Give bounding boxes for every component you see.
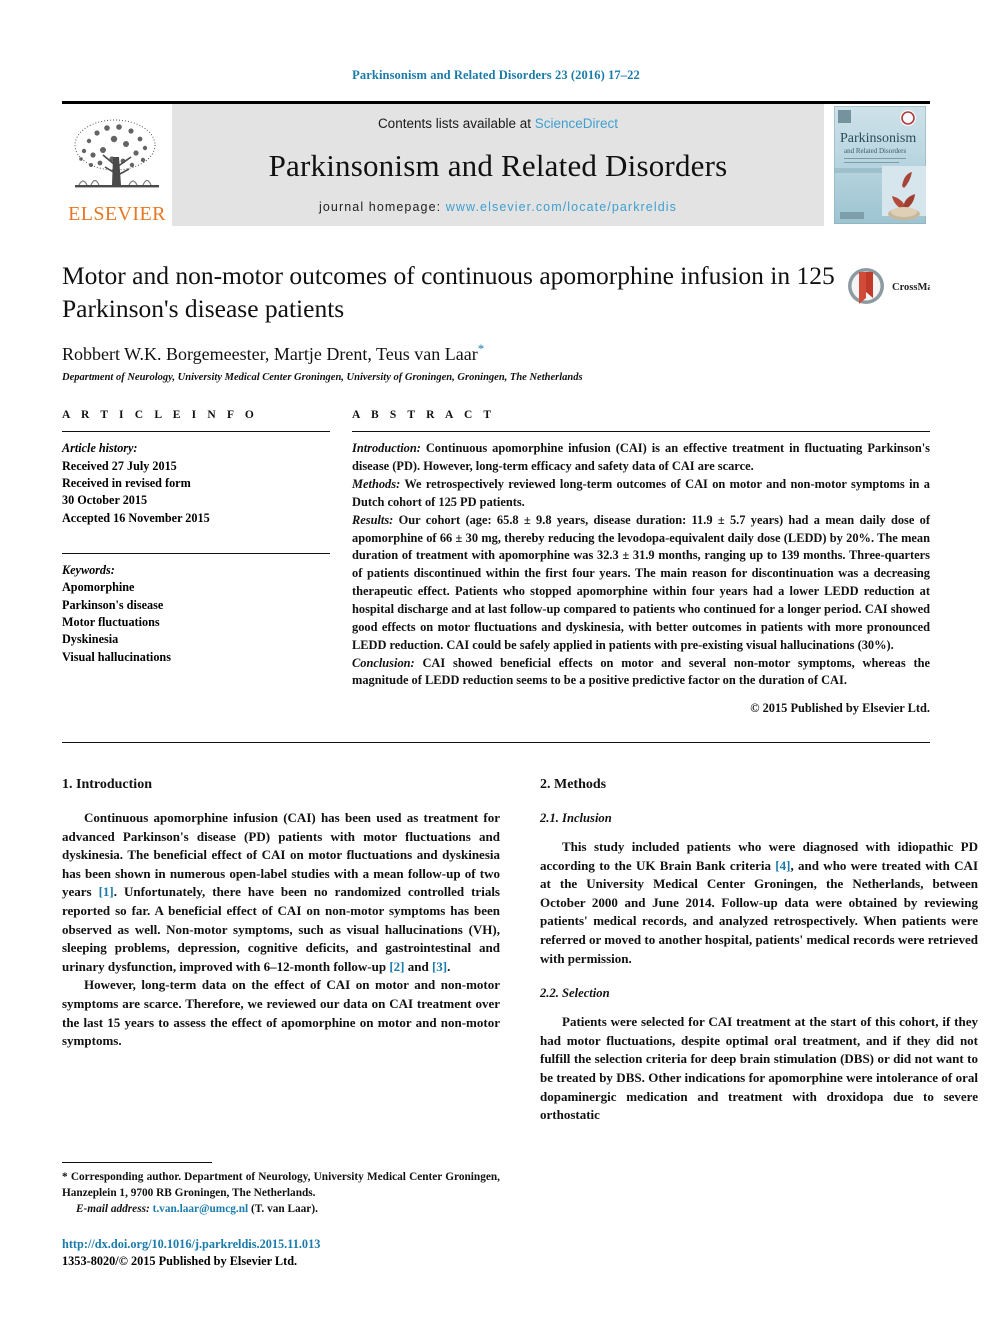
info-abstract-block: A R T I C L E I N F O Article history: R… [62,409,930,718]
email-link[interactable]: t.van.laar@umcg.nl [153,1203,249,1215]
abstract-column: A B S T R A C T Introduction: Continuous… [352,409,930,718]
keyword-item: Visual hallucinations [62,649,171,664]
sciencedirect-link[interactable]: ScienceDirect [535,116,618,131]
article-history-label: Article history: [62,441,138,456]
footnote-block: * Corresponding author. Department of Ne… [62,1161,500,1269]
article-history: Article history: Received 27 July 2015 R… [62,440,330,527]
citation-ref-2[interactable]: [2] [389,959,404,974]
journal-masthead: ELSEVIER Contents lists available at Sci… [62,104,930,226]
abstract-rule [352,431,930,433]
journal-cover-thumbnail: Parkinsonism and Related Disorders [830,104,930,226]
article-info-rule [62,431,330,433]
citation-ref-3[interactable]: [3] [432,959,447,974]
article-page: Parkinsonism and Related Disorders 23 (2… [0,0,992,1323]
keywords-block: Keywords: Apomorphine Parkinson's diseas… [62,552,330,666]
page-title: Motor and non-motor outcomes of continuo… [62,261,835,323]
elsevier-tree-icon [74,119,159,188]
citation-ref-4[interactable]: [4] [775,858,790,873]
abstract-copyright: © 2015 Published by Elsevier Ltd. [750,701,930,716]
abstract-methods-label: Methods: [352,476,401,491]
paragraph-inclusion: This study included patients who were di… [540,838,978,968]
abstract-introduction-label: Introduction: [352,441,421,456]
elsevier-logo: ELSEVIER [62,104,172,226]
journal-homepage-link[interactable]: www.elsevier.com/locate/parkreldis [446,200,677,214]
crossmark-icon: CrossMark [848,268,943,304]
homepage-prefix: journal homepage: [318,200,446,214]
history-item: Accepted 16 November 2015 [62,510,210,525]
journal-homepage-line: journal homepage: www.elsevier.com/locat… [319,200,677,214]
article-body: 1. Introduction Continuous apomorphine i… [62,777,978,1125]
subsection-heading-selection: 2.2. Selection [540,986,610,1001]
abstract-results-text: Our cohort (age: 65.8 ± 9.8 years, disea… [352,512,930,652]
history-item: 30 October 2015 [62,493,148,508]
body-column-left: 1. Introduction Continuous apomorphine i… [62,777,500,1125]
abstract-conclusion-text: CAI showed beneficial effects on motor a… [352,655,930,688]
abstract-introduction: Introduction: Continuous apomorphine inf… [352,440,930,476]
abstract-introduction-text: Continuous apomorphine infusion (CAI) is… [352,441,930,474]
keywords-label: Keywords: [62,562,115,577]
issn-copyright-line: 1353-8020/© 2015 Published by Elsevier L… [62,1254,298,1268]
keyword-item: Motor fluctuations [62,614,160,629]
section-heading-introduction: 1. Introduction [62,777,152,793]
email-suffix: (T. van Laar). [248,1202,318,1215]
abstract-methods-text: We retrospectively reviewed long-term ou… [352,476,930,509]
subsection-heading-inclusion: 2.1. Inclusion [540,811,612,826]
author-names: Robbert W.K. Borgemeester, Martje Drent,… [62,344,478,365]
email-line: E-mail address: t.van.laar@umcg.nl (T. v… [62,1201,500,1217]
article-info-column: A R T I C L E I N F O Article history: R… [62,409,330,718]
paragraph-introduction-2: However, long-term data on the effect of… [62,977,500,1049]
section-divider-rule [62,742,930,744]
masthead-center: Contents lists available at ScienceDirec… [172,104,824,226]
abstract-results: Results: Our cohort (age: 65.8 ± 9.8 yea… [352,512,930,655]
abstract-conclusion: Conclusion: CAI showed beneficial effect… [352,655,930,691]
intro-text-c: and [404,958,432,974]
footnote-text: Corresponding author. Department of Neur… [62,1170,500,1199]
contents-available-line: Contents lists available at ScienceDirec… [378,116,618,131]
paragraph-introduction-1: Continuous apomorphine infusion (CAI) ha… [62,809,500,976]
keyword-item: Parkinson's disease [62,597,164,612]
abstract-results-label: Results: [352,512,394,527]
contents-prefix: Contents lists available at [377,116,535,131]
svg-text:and Related Disorders: and Related Disorders [844,147,906,155]
svg-text:CrossMark: CrossMark [892,282,930,293]
affiliation: Department of Neurology, University Medi… [62,372,583,384]
citation-ref-1[interactable]: [1] [99,884,114,899]
svg-text:Parkinsonism: Parkinsonism [840,131,916,146]
journal-title: Parkinsonism and Related Disorders [268,147,728,183]
journal-cover-image: Parkinsonism and Related Disorders [834,106,926,224]
doi-block: http://dx.doi.org/10.1016/j.parkreldis.2… [62,1237,500,1269]
keyword-item: Apomorphine [62,580,135,595]
email-label: E-mail address: [76,1202,150,1215]
intro-text-d: . [447,958,451,974]
inclusion-text-b: , and who were treated with CAI at the U… [540,857,979,966]
running-head: Parkinsonism and Related Disorders 23 (2… [352,68,640,82]
footnote-rule [62,1161,212,1163]
keywords-rule [62,552,330,554]
abstract-methods: Methods: We retrospectively reviewed lon… [352,476,930,512]
corresponding-author-marker: * [477,341,485,357]
title-block: Motor and non-motor outcomes of continuo… [62,260,943,384]
doi-link[interactable]: http://dx.doi.org/10.1016/j.parkreldis.2… [62,1237,500,1252]
abstract-heading: A B S T R A C T [352,409,496,422]
paragraph-selection: Patients were selected for CAI treatment… [540,1014,978,1123]
history-item: Received in revised form [62,475,191,490]
elsevier-wordmark: ELSEVIER [68,203,166,225]
keyword-item: Dyskinesia [62,632,119,647]
crossmark-badge[interactable]: CrossMark [846,262,943,310]
section-heading-methods: 2. Methods [540,777,607,793]
corresponding-author-note: * Corresponding author. Department of Ne… [62,1169,500,1217]
article-info-heading: A R T I C L E I N F O [62,409,258,422]
history-item: Received 27 July 2015 [62,458,177,473]
abstract-conclusion-label: Conclusion: [352,655,415,670]
body-column-right: 2. Methods 2.1. Inclusion This study inc… [540,777,978,1125]
author-list: Robbert W.K. Borgemeester, Martje Drent,… [62,341,930,365]
abstract-body: Introduction: Continuous apomorphine inf… [352,440,930,718]
